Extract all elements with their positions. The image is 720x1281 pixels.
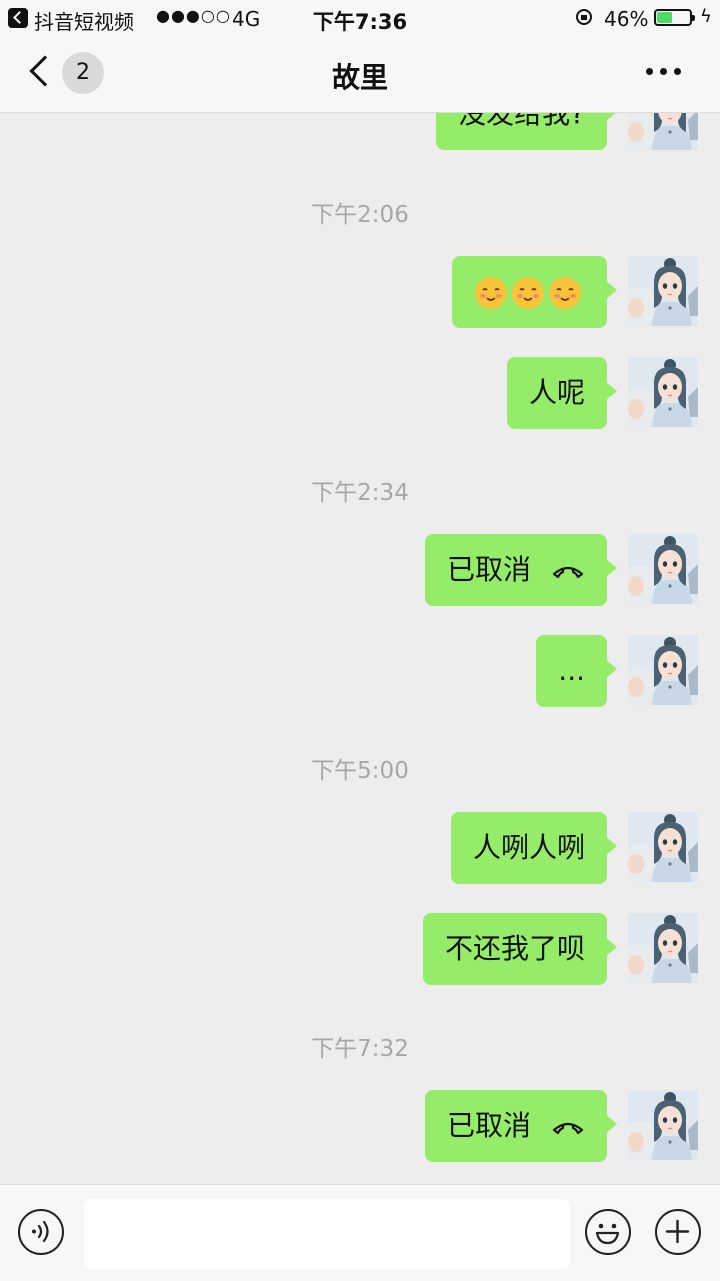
avatar[interactable] xyxy=(628,913,698,983)
battery-level xyxy=(657,12,672,23)
message-bubble-emoji[interactable] xyxy=(452,256,617,328)
avatar[interactable] xyxy=(628,1090,698,1160)
battery-percent: 46% xyxy=(604,7,649,31)
chat-header: 2 故里 xyxy=(0,36,720,113)
chat-title: 故里 xyxy=(331,61,388,94)
more-options-icon[interactable] xyxy=(646,68,682,78)
input-bar xyxy=(0,1184,720,1281)
call-cancelled-bubble[interactable]: 已取消 xyxy=(424,1090,618,1162)
phone-hangup-icon xyxy=(552,1122,584,1135)
call-cancelled-bubble[interactable]: 已取消 xyxy=(424,534,618,606)
message-bubble[interactable]: 人咧人咧 xyxy=(450,812,618,884)
voice-icon xyxy=(32,1220,49,1243)
emoji-button[interactable] xyxy=(585,1209,631,1255)
phone-hangup-icon xyxy=(552,566,584,579)
avatar[interactable] xyxy=(628,812,698,882)
message-bubble[interactable]: 没发给我? xyxy=(436,113,617,150)
voice-input-button[interactable] xyxy=(18,1209,64,1255)
message-input[interactable] xyxy=(84,1199,570,1269)
timestamp: 下午2:34 xyxy=(311,480,409,506)
charging-icon: ϟ xyxy=(700,6,712,27)
avatar[interactable] xyxy=(628,534,698,604)
call-status-label: 已取消 xyxy=(446,553,531,586)
plus-icon xyxy=(665,1219,690,1244)
call-status-label: 已取消 xyxy=(446,1109,531,1142)
message-list[interactable]: 没发给我? 下午2:06 人呢 下午2:34 已取消 ... 下午5:00 人咧… xyxy=(0,113,720,1184)
smiling-face-icon xyxy=(512,277,544,309)
avatar[interactable] xyxy=(628,256,698,326)
smiling-face-icon xyxy=(549,277,581,309)
smiling-face-icon xyxy=(475,277,507,309)
message-bubble[interactable]: 人呢 xyxy=(506,357,618,429)
battery-icon xyxy=(654,9,695,26)
status-bar: 抖音短视频 ●●●○○ 4G 下午7:36 46% ϟ xyxy=(0,0,720,36)
avatar[interactable] xyxy=(628,113,698,150)
avatar[interactable] xyxy=(628,357,698,427)
message-bubble[interactable]: ... xyxy=(536,635,617,707)
avatar[interactable] xyxy=(628,635,698,705)
timestamp: 下午2:06 xyxy=(311,202,409,228)
emoji-icon xyxy=(595,1223,620,1245)
message-bubble[interactable]: 不还我了呗 xyxy=(422,913,618,985)
orientation-lock-icon xyxy=(576,9,592,25)
timestamp: 下午5:00 xyxy=(311,758,409,784)
more-functions-button[interactable] xyxy=(655,1209,701,1255)
timestamp: 下午7:32 xyxy=(311,1036,409,1062)
